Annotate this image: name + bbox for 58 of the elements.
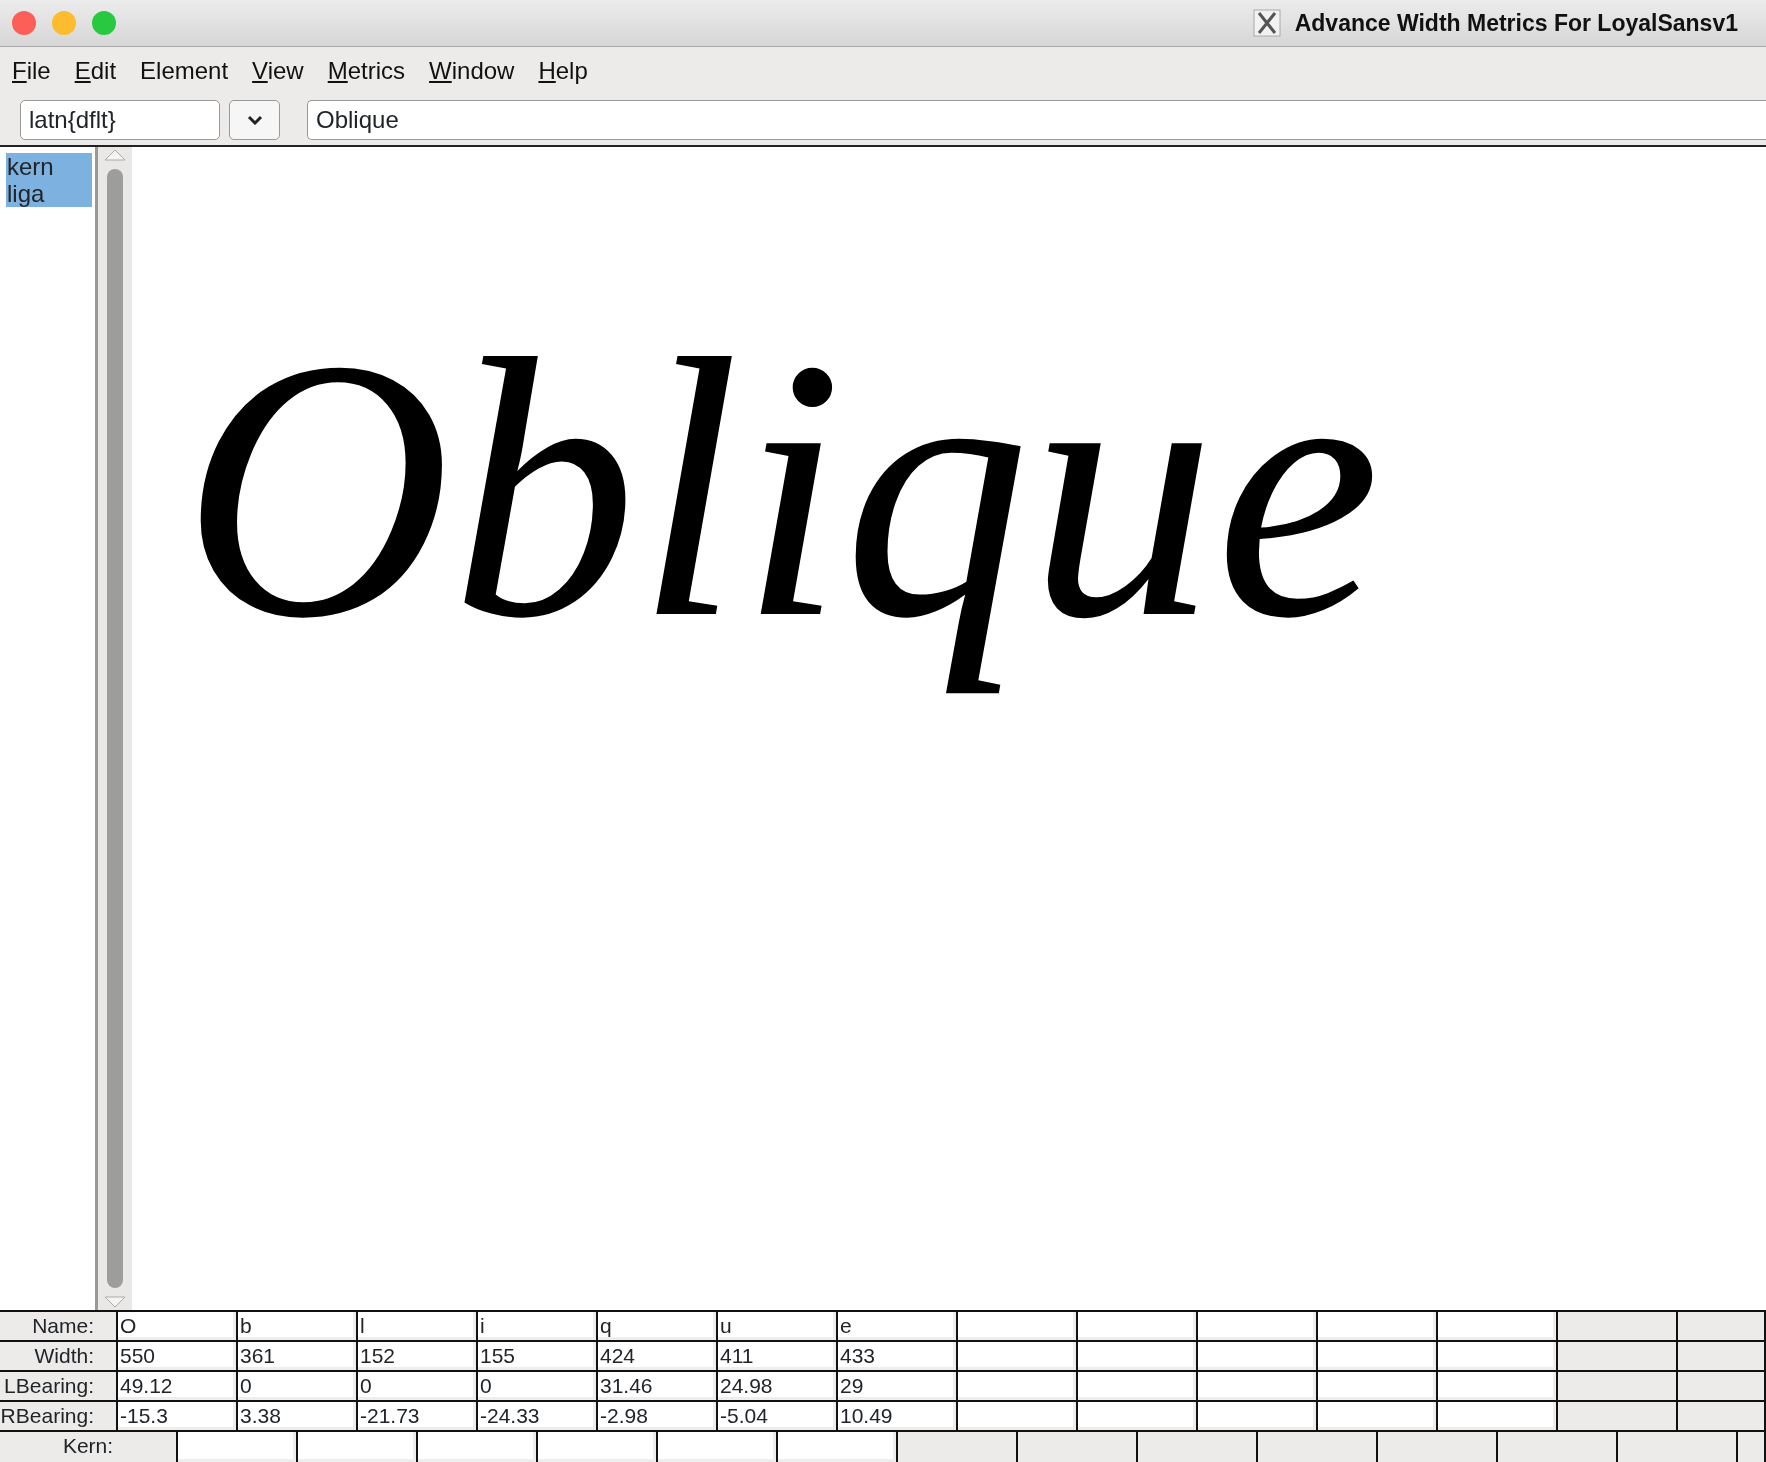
menu-item[interactable]: Element bbox=[140, 53, 229, 89]
metric-cell[interactable]: 361 bbox=[238, 1342, 358, 1370]
metric-cell[interactable]: -5.04 bbox=[718, 1402, 838, 1430]
metric-cell[interactable]: 152 bbox=[358, 1342, 478, 1370]
metric-cell[interactable]: 29 bbox=[838, 1372, 958, 1400]
metric-cell[interactable]: -24.33 bbox=[478, 1402, 598, 1430]
kern-cell[interactable] bbox=[178, 1432, 298, 1462]
menu-item[interactable]: View bbox=[252, 53, 304, 89]
metric-cell[interactable]: 155 bbox=[478, 1342, 598, 1370]
close-button[interactable] bbox=[12, 11, 36, 35]
metric-cell[interactable]: 0 bbox=[478, 1372, 598, 1400]
kern-cell[interactable] bbox=[538, 1432, 658, 1462]
feature-item[interactable]: liga bbox=[6, 180, 92, 207]
menu-item[interactable]: Edit bbox=[74, 53, 117, 89]
feature-item[interactable]: kern bbox=[6, 153, 92, 180]
dropdown-button[interactable] bbox=[229, 100, 280, 140]
metric-cell[interactable]: 411 bbox=[718, 1342, 838, 1370]
metric-cell[interactable]: 24.98 bbox=[718, 1372, 838, 1400]
metric-cell[interactable]: 49.12 bbox=[118, 1372, 238, 1400]
metric-cell[interactable]: -2.98 bbox=[598, 1402, 718, 1430]
script-field[interactable]: latn{dflt} bbox=[20, 100, 220, 140]
metric-cell[interactable]: i bbox=[478, 1312, 598, 1340]
glyph-preview-text: Oblique bbox=[181, 282, 1382, 696]
kern-cell[interactable] bbox=[418, 1432, 538, 1462]
metric-cell[interactable]: e bbox=[838, 1312, 958, 1340]
metric-cell[interactable]: 0 bbox=[358, 1372, 478, 1400]
metric-cell[interactable]: -21.73 bbox=[358, 1402, 478, 1430]
metric-cell[interactable]: u bbox=[718, 1312, 838, 1340]
metric-cell[interactable]: 10.49 bbox=[838, 1402, 958, 1430]
metric-cell[interactable]: b bbox=[238, 1312, 358, 1340]
kern-cell[interactable] bbox=[778, 1432, 898, 1462]
scroll-down-icon[interactable] bbox=[104, 1296, 126, 1308]
kern-cell[interactable] bbox=[298, 1432, 418, 1462]
x-app-icon bbox=[1252, 9, 1281, 37]
chevron-down-icon bbox=[246, 115, 263, 125]
scroll-thumb[interactable] bbox=[107, 169, 123, 1288]
row-label: RBearing: bbox=[0, 1402, 118, 1430]
zoom-button[interactable] bbox=[92, 11, 116, 35]
metric-cell[interactable]: 550 bbox=[118, 1342, 238, 1370]
metric-cell[interactable]: 3.38 bbox=[238, 1402, 358, 1430]
metric-cell[interactable]: l bbox=[358, 1312, 478, 1340]
scrollbar[interactable] bbox=[98, 147, 132, 1310]
menu-item[interactable]: File bbox=[12, 53, 51, 89]
metric-cell[interactable]: 433 bbox=[838, 1342, 958, 1370]
scroll-up-icon[interactable] bbox=[104, 149, 126, 161]
menu-item[interactable]: Metrics bbox=[327, 53, 406, 89]
metric-cell[interactable]: 0 bbox=[238, 1372, 358, 1400]
metric-cell[interactable]: q bbox=[598, 1312, 718, 1340]
metric-cell[interactable]: O bbox=[118, 1312, 238, 1340]
menu-item[interactable]: Help bbox=[538, 53, 588, 89]
kern-cell[interactable] bbox=[658, 1432, 778, 1462]
metric-cell[interactable]: 424 bbox=[598, 1342, 718, 1370]
text-field[interactable]: Oblique bbox=[307, 100, 1766, 140]
metric-cell[interactable]: 31.46 bbox=[598, 1372, 718, 1400]
window-title: Advance Width Metrics For LoyalSansv1 bbox=[1294, 8, 1738, 38]
minimize-button[interactable] bbox=[52, 11, 76, 35]
menu-item[interactable]: Window bbox=[429, 53, 515, 89]
metric-cell[interactable]: -15.3 bbox=[118, 1402, 238, 1430]
